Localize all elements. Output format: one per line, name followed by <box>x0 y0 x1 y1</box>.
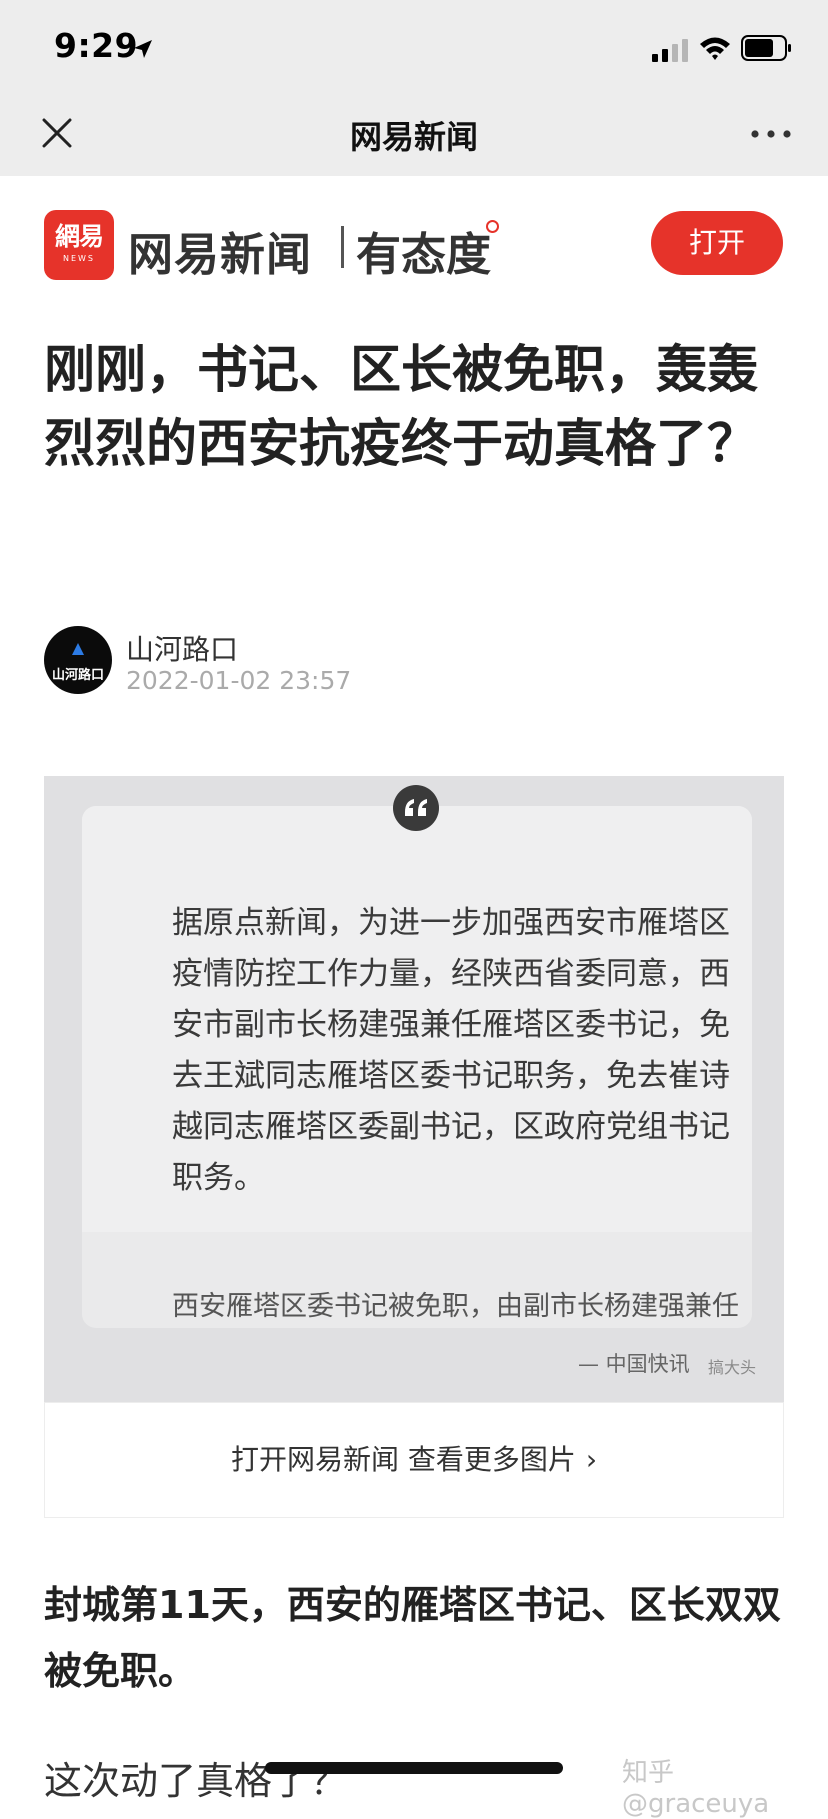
home-indicator <box>265 1762 563 1774</box>
app-logo: 網易 NEWS <box>44 210 114 280</box>
avatar-logo-icon <box>72 643 84 655</box>
status-time: 9:29 <box>54 26 139 65</box>
signal-bars-icon <box>652 39 688 62</box>
article-paragraph-2: 这次动了真格了？ <box>44 1759 349 1803</box>
app-slogan: 有态度 <box>356 228 492 281</box>
article-paragraph-1: 封城第11天，西安的雁塔区书记、区长双双被免职。 <box>44 1583 781 1693</box>
app-name: 网易新闻 <box>128 228 313 281</box>
location-arrow-icon <box>134 40 152 58</box>
quote-source: — 中国快讯 <box>578 1352 690 1376</box>
nav-bar: 网易新闻 <box>0 92 828 176</box>
view-more-images-button[interactable]: 打开网易新闻 查看更多图片 › <box>44 1402 784 1518</box>
app-logo-subtext: NEWS <box>62 254 96 263</box>
status-bar: 9:29 <box>0 0 828 92</box>
app-logo-text: 網易 <box>54 222 104 251</box>
quote-caption: 西安雁塔区委书记被免职，由副市长杨建强兼任 <box>172 1291 739 1322</box>
author-name[interactable]: 山河路口 <box>126 628 238 668</box>
avatar-text: 山河路口 <box>51 668 104 683</box>
wifi-icon <box>700 37 730 60</box>
page-title: 网易新闻 <box>349 118 478 156</box>
view-more-images-label: 打开网易新闻 查看更多图片 <box>230 1443 576 1476</box>
app-banner: 網易 NEWS 网易新闻 有态度 打开 <box>0 176 828 316</box>
quote-mark-icon <box>393 785 439 831</box>
image-watermark: 搞大头 <box>708 1358 757 1377</box>
more-icon[interactable] <box>748 120 794 148</box>
avatar[interactable]: 山河路口 <box>44 626 112 694</box>
banner-divider <box>341 226 344 268</box>
article-title: 刚刚，书记、区长被免职，轰轰烈烈的西安抗疫终于动真格了？ <box>44 341 759 474</box>
open-app-button[interactable]: 打开 <box>651 211 783 275</box>
publish-time: 2022-01-02 23:57 <box>126 666 352 695</box>
battery-icon <box>741 35 791 61</box>
zhihu-watermark: 知乎 @graceuya <box>622 1758 770 1819</box>
slogan-dot-icon <box>486 220 499 233</box>
chevron-right-icon: › <box>585 1443 598 1476</box>
quote-panel: 据原点新闻，为进一步加强西安市雁塔区疫情防控工作力量，经陕西省委同意，西安市副市… <box>82 806 752 1328</box>
article-image[interactable]: 据原点新闻，为进一步加强西安市雁塔区疫情防控工作力量，经陕西省委同意，西安市副市… <box>44 776 784 1402</box>
quote-text: 据原点新闻，为进一步加强西安市雁塔区疫情防控工作力量，经陕西省委同意，西安市副市… <box>172 905 730 1196</box>
